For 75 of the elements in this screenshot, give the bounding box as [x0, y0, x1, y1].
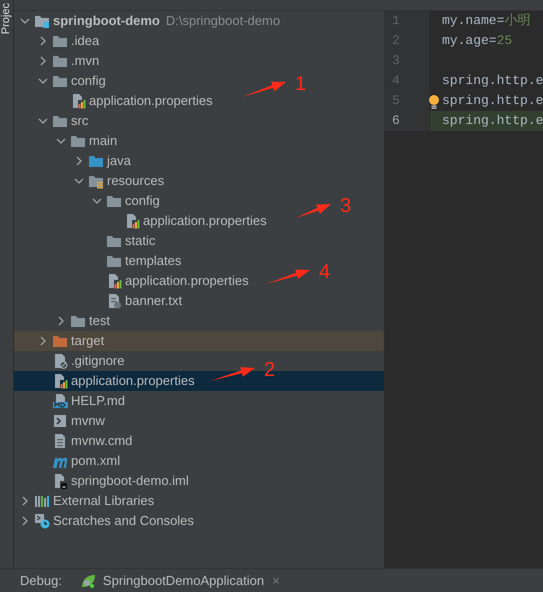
- tree-item[interactable]: application.properties: [88, 271, 249, 291]
- tree-item[interactable]: config: [34, 71, 106, 91]
- ignore-file-icon: [52, 353, 68, 369]
- tree-item[interactable]: application.properties: [34, 371, 195, 391]
- tree-item[interactable]: test: [52, 311, 110, 331]
- document-icon: [52, 433, 68, 449]
- tree-item[interactable]: src: [34, 111, 88, 131]
- tree-item[interactable]: application.properties: [52, 91, 213, 111]
- code-text: my.name=: [442, 13, 504, 28]
- tree-item[interactable]: Scratches and Consoles: [16, 511, 194, 531]
- folder-icon: [106, 193, 122, 209]
- tree-item[interactable]: target: [34, 331, 104, 351]
- tree-item[interactable]: main: [52, 131, 118, 151]
- annotation-arrow: [296, 204, 331, 218]
- annotation-arrow: [242, 82, 286, 97]
- annotation-arrow: [210, 367, 255, 381]
- chart-file-icon: [124, 213, 140, 229]
- chart-file-icon: [70, 93, 86, 109]
- tree-item[interactable]: resources: [70, 171, 164, 191]
- terminal-icon: [52, 413, 68, 429]
- annotation-number: 3: [340, 196, 352, 216]
- tree-item[interactable]: .idea: [34, 31, 100, 51]
- tree-item[interactable]: mvnw.cmd: [34, 431, 132, 451]
- tree-item[interactable]: HELP.md: [34, 391, 125, 411]
- resources-folder-icon: [88, 173, 104, 189]
- code-text: my.age=: [442, 33, 497, 48]
- code-value: 小明: [504, 13, 530, 28]
- tree-item[interactable]: application.properties: [106, 211, 267, 231]
- chevron-right-icon: [74, 156, 84, 166]
- project-tool-tab[interactable]: Projec: [0, 3, 12, 34]
- tree-item[interactable]: .mvn: [34, 51, 100, 71]
- markdown-file-icon: [52, 393, 68, 409]
- annotation-number: 1: [295, 74, 306, 94]
- tree-item[interactable]: mvnw: [34, 411, 105, 431]
- code-text: spring.http.e: [442, 113, 543, 128]
- folder-icon: [52, 113, 68, 129]
- folder-icon: [52, 33, 68, 49]
- module-file-icon: [52, 473, 68, 489]
- code-value: 25: [496, 33, 512, 48]
- library-icon: [34, 493, 50, 509]
- chevron-down-icon: [38, 76, 48, 86]
- code-text: spring.http.e: [442, 73, 543, 88]
- folder-icon: [70, 133, 86, 149]
- tree-item[interactable]: springboot-demo.iml: [34, 471, 189, 491]
- tree-item[interactable]: java: [70, 151, 131, 171]
- project-path: D:\springboot-demo: [166, 12, 280, 30]
- debug-tab[interactable]: SpringbootDemoApplication ×: [80, 570, 280, 590]
- folder-icon: [52, 333, 68, 349]
- folder-icon: [52, 53, 68, 69]
- folder-icon: [52, 73, 68, 89]
- tree-item[interactable]: static: [88, 231, 156, 251]
- tree-item[interactable]: pom.xml: [34, 451, 120, 471]
- module-folder-icon: [34, 13, 50, 29]
- code-text: spring.http.e: [442, 93, 543, 108]
- tree-item[interactable]: banner.txt: [88, 291, 182, 311]
- tree-item[interactable]: templates: [88, 251, 182, 271]
- chart-file-icon: [52, 373, 68, 389]
- tree-item[interactable]: .gitignore: [34, 351, 124, 371]
- leaf-icon: [80, 572, 96, 588]
- folder-icon: [88, 153, 104, 169]
- debug-label: Debug:: [20, 572, 62, 590]
- tree-item[interactable]: config: [88, 191, 160, 211]
- line-number: 6: [384, 111, 430, 131]
- tree-item[interactable]: External Libraries: [16, 491, 154, 511]
- folder-icon: [70, 313, 86, 329]
- text-file-icon: [106, 293, 122, 309]
- folder-icon: [106, 253, 122, 269]
- folder-icon: [106, 233, 122, 249]
- console-clock-icon: [34, 513, 50, 529]
- chart-file-icon: [106, 273, 122, 289]
- annotation-number: 4: [319, 262, 330, 282]
- annotation-number: 2: [264, 360, 276, 380]
- chevron-down-icon: [20, 16, 30, 26]
- annotation-arrow: [266, 270, 310, 284]
- tree-item[interactable]: springboot-demo D:\springboot-demo: [16, 11, 280, 31]
